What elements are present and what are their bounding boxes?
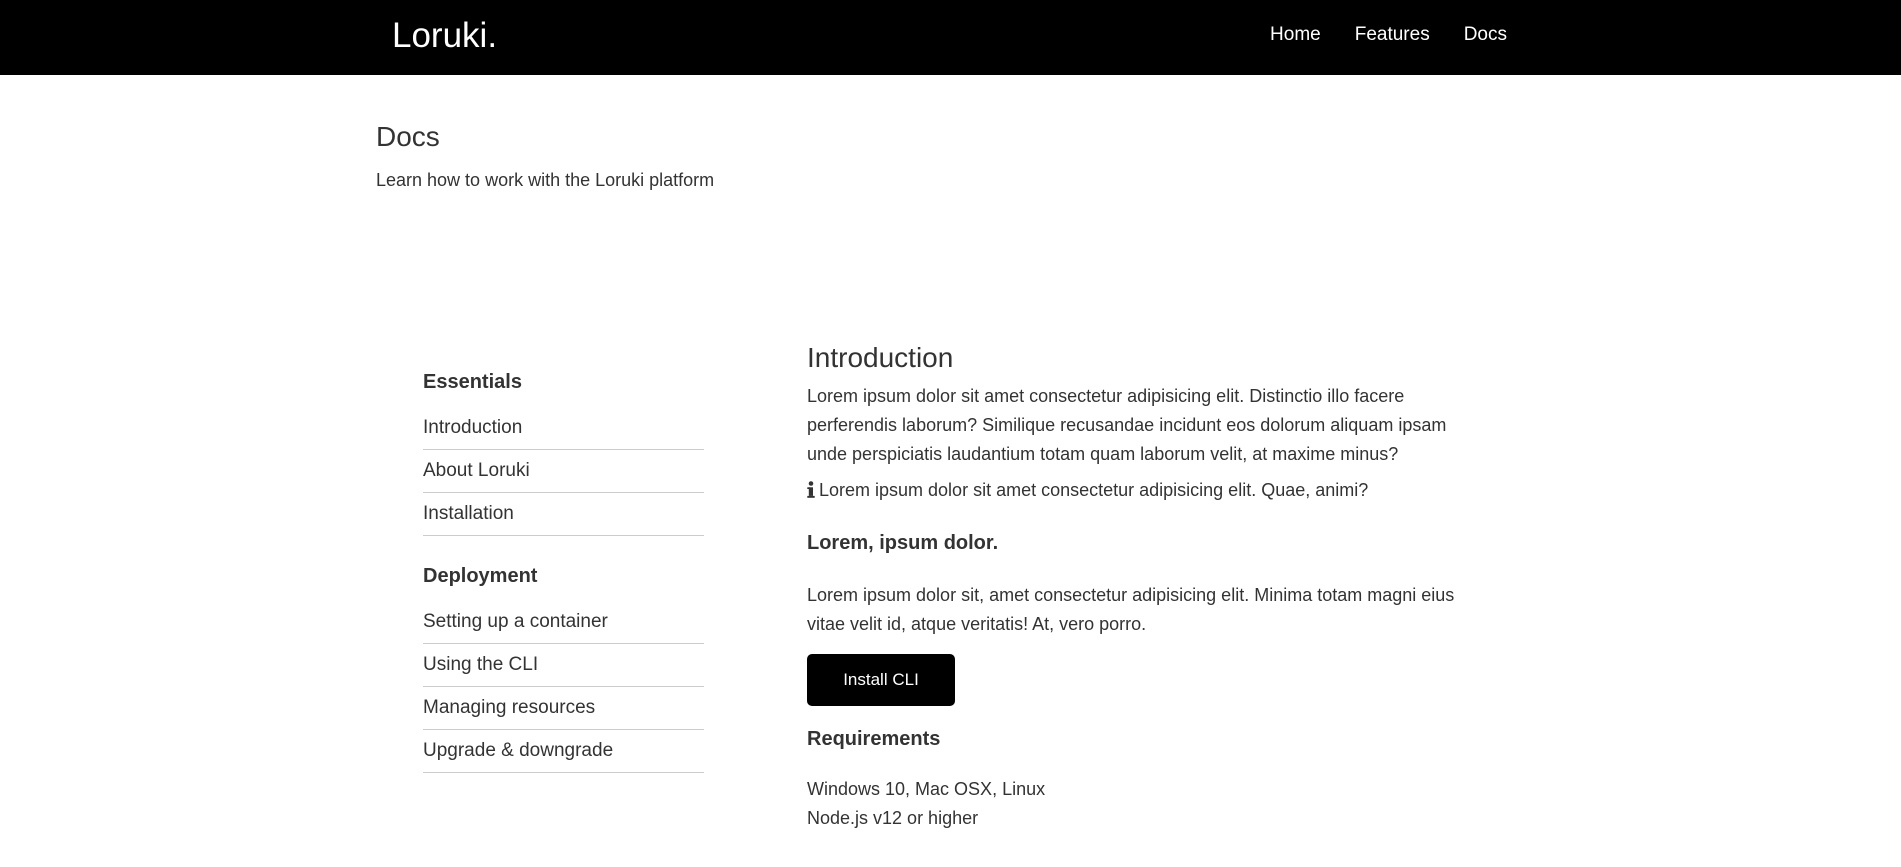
intro-line: unde perspiciatis laudantium totam quam … <box>807 444 1399 464</box>
nav-link-docs[interactable]: Docs <box>1464 24 1507 46</box>
section-subheading: Lorem, ipsum dolor. <box>807 532 999 554</box>
content-title: Introduction <box>807 342 954 373</box>
sidebar-heading-essentials: Essentials <box>423 371 522 393</box>
requirement-item: Node.js v12 or higher <box>807 808 979 828</box>
sidebar-list-essentials: Introduction About Loruki Installation <box>423 407 704 536</box>
info-text: Lorem ipsum dolor sit amet consectetur a… <box>819 480 1369 500</box>
sidebar-item-managing-resources[interactable]: Managing resources <box>423 687 704 730</box>
intro-paragraph: Lorem ipsum dolor sit amet consectetur a… <box>807 382 1467 469</box>
logo-link[interactable]: Loruki. <box>392 15 497 57</box>
requirement-item: Windows 10, Mac OSX, Linux <box>807 779 1046 799</box>
nav-links: Home Features Docs <box>1270 24 1507 46</box>
docs-content: Introduction Lorem ipsum dolor sit amet … <box>807 341 1467 833</box>
top-navbar: Loruki. Home Features Docs <box>0 0 1902 75</box>
sidebar-item-using-cli[interactable]: Using the CLI <box>423 644 704 687</box>
sidebar-item-introduction[interactable]: Introduction <box>423 407 704 450</box>
intro-line: perferendis laborum? Similique recusanda… <box>807 415 1447 435</box>
sidebar-item-about-loruki[interactable]: About Loruki <box>423 450 704 493</box>
body-paragraph: Lorem ipsum dolor sit, amet consectetur … <box>807 581 1467 639</box>
requirements-heading: Requirements <box>807 728 941 750</box>
sidebar-heading-deployment: Deployment <box>423 565 538 587</box>
requirements-list: Windows 10, Mac OSX, Linux Node.js v12 o… <box>807 775 1467 833</box>
docs-sidebar: Essentials Introduction About Loruki Ins… <box>423 368 704 773</box>
body-line: Lorem ipsum dolor sit, amet consectetur … <box>807 585 1455 605</box>
nav-link-features[interactable]: Features <box>1355 24 1430 46</box>
info-note: Lorem ipsum dolor sit amet consectetur a… <box>807 479 1467 501</box>
intro-line: Lorem ipsum dolor sit amet consectetur a… <box>807 386 1405 406</box>
info-icon <box>807 480 819 500</box>
page-title: Docs <box>376 121 440 152</box>
page-subtitle: Learn how to work with the Loruki platfo… <box>376 170 715 190</box>
nav-link-home[interactable]: Home <box>1270 24 1321 46</box>
sidebar-item-installation[interactable]: Installation <box>423 493 704 536</box>
install-cli-button[interactable]: Install CLI <box>807 654 955 706</box>
body-line: vitae velit id, atque veritatis! At, ver… <box>807 614 1147 634</box>
sidebar-list-deployment: Setting up a container Using the CLI Man… <box>423 601 704 773</box>
sidebar-item-setting-up-container[interactable]: Setting up a container <box>423 601 704 644</box>
sidebar-item-upgrade-downgrade[interactable]: Upgrade & downgrade <box>423 730 704 773</box>
